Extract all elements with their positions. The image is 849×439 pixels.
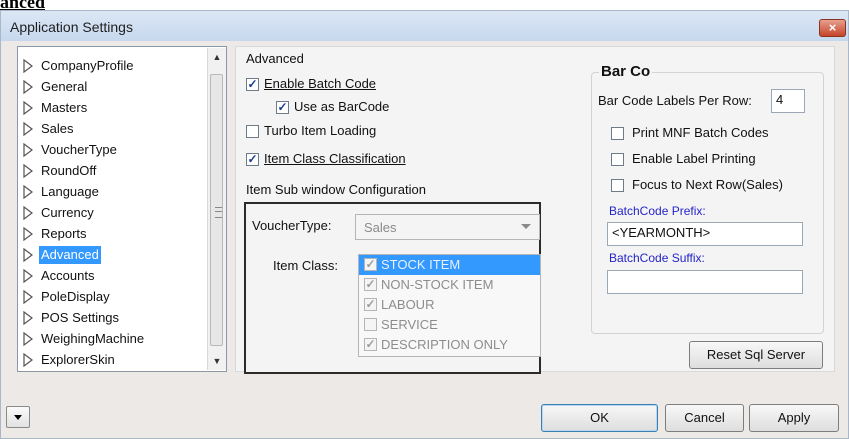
item-sub-window-label: Item Sub window Configuration [246,182,426,197]
grip-icon [215,207,222,218]
item-class-non-stock-item[interactable]: ✓ NON-STOCK ITEM [359,275,540,295]
triangle-outline-icon [23,227,33,241]
section-label-advanced: Advanced [246,51,304,66]
window-title: Application Settings [10,19,133,35]
triangle-outline-icon [23,353,33,367]
voucher-type-dropdown[interactable]: Sales [355,214,540,240]
batchcode-prefix-label: BatchCode Prefix: [609,204,706,218]
item-class-label: DESCRIPTION ONLY [381,337,508,352]
tree-item-label: General [41,79,88,94]
triangle-outline-icon [23,269,33,283]
ok-button[interactable]: OK [541,404,658,432]
tree-item-label: Reports [41,226,87,241]
enable-batch-code-label[interactable]: Enable Batch Code [264,76,376,91]
tree-scrollbar[interactable]: ▲ ▼ [207,48,226,370]
triangle-outline-icon [23,290,33,304]
print-mnf-batch-codes-checkbox[interactable] [611,127,624,140]
triangle-outline-icon [23,248,33,262]
chevron-down-icon [14,415,22,420]
item-class-list[interactable]: ✓ STOCK ITEM ✓ NON-STOCK ITEM ✓ LABOUR SERVICE… [358,254,541,357]
tree-item-label: Currency [41,205,94,220]
tree-item-label: Masters [41,100,88,115]
batchcode-prefix-input[interactable]: <YEARMONTH> [607,222,803,246]
settings-tree[interactable]: ExplorerSkin WeighingMachine POS Settings P… [17,46,227,372]
tree-item-label: Sales [41,121,74,136]
apply-button[interactable]: Apply [749,404,839,432]
item-class-classification-checkbox[interactable]: ✓ [246,153,259,166]
tree-item-label: WeighingMachine [41,331,145,346]
tree-item-label: POS Settings [41,310,120,325]
triangle-outline-icon [23,101,33,115]
focus-next-row-checkbox[interactable] [611,179,624,192]
batchcode-suffix-label: BatchCode Suffix: [609,251,705,265]
tree-item-label: VoucherType [41,142,117,157]
triangle-outline-icon [23,164,33,178]
scrollbar-thumb[interactable] [210,74,223,346]
item-class-description-only[interactable]: ✓ DESCRIPTION ONLY [359,335,540,355]
turbo-item-loading-label[interactable]: Turbo Item Loading [264,123,376,138]
turbo-item-loading-checkbox[interactable] [246,125,259,138]
triangle-outline-icon [23,185,33,199]
item-class-service[interactable]: SERVICE [359,315,540,335]
item-class-stock-item[interactable]: ✓ STOCK ITEM [359,255,540,275]
bar-code-title: Bar Co [599,63,653,80]
enable-label-printing-checkbox[interactable] [611,153,624,166]
batchcode-suffix-input[interactable] [607,270,803,294]
triangle-outline-icon [23,59,33,73]
item-class-label: LABOUR [381,297,435,312]
item-class-label: Item Class: [273,258,339,273]
use-as-barcode-label[interactable]: Use as BarCode [294,99,389,114]
reset-sql-server-button[interactable]: Reset Sql Server [689,341,823,369]
voucher-type-value: Sales [364,220,397,235]
tree-item-label: CompanyProfile [41,58,134,73]
item-class-label: SERVICE [381,317,438,332]
scroll-down-arrow-icon[interactable]: ▼ [208,352,226,370]
tree-item-label: RoundOff [41,163,97,178]
close-icon: × [828,20,837,35]
tree-item-label: Advanced [39,246,101,264]
labels-per-row-input[interactable]: 4 [771,89,805,113]
enable-label-printing-label[interactable]: Enable Label Printing [632,151,756,166]
triangle-outline-icon [23,311,33,325]
triangle-outline-icon [23,206,33,220]
close-button[interactable]: × [819,19,846,37]
print-mnf-batch-codes-label[interactable]: Print MNF Batch Codes [632,125,769,140]
item-class-checkbox[interactable] [364,318,377,331]
voucher-type-label: VoucherType: [252,218,332,233]
tree-item-label: Accounts [41,268,95,283]
tree-item-label: Language [41,184,99,199]
item-class-label: NON-STOCK ITEM [381,277,494,292]
tree-item-label: ExplorerSkin [41,352,115,367]
triangle-outline-icon [23,80,33,94]
triangle-outline-icon [23,332,33,346]
title-bar: Application Settings × [1,11,848,41]
options-dropdown-button[interactable] [6,406,30,428]
labels-per-row-label: Bar Code Labels Per Row: [598,93,752,108]
item-class-checkbox[interactable]: ✓ [364,258,377,271]
enable-batch-code-checkbox[interactable]: ✓ [246,78,259,91]
focus-next-row-label[interactable]: Focus to Next Row(Sales) [632,177,783,192]
chevron-down-icon [521,224,531,229]
item-class-checkbox[interactable]: ✓ [364,278,377,291]
item-class-checkbox[interactable]: ✓ [364,298,377,311]
triangle-outline-icon [23,143,33,157]
cancel-button[interactable]: Cancel [665,404,744,432]
item-class-labour[interactable]: ✓ LABOUR [359,295,540,315]
use-as-barcode-checkbox[interactable]: ✓ [276,101,289,114]
item-class-checkbox[interactable]: ✓ [364,338,377,351]
item-class-label: STOCK ITEM [381,257,461,272]
tree-item-label: PoleDisplay [41,289,110,304]
item-class-classification-label[interactable]: Item Class Classification [264,151,406,166]
scroll-up-arrow-icon[interactable]: ▲ [208,48,226,66]
triangle-outline-icon [23,122,33,136]
